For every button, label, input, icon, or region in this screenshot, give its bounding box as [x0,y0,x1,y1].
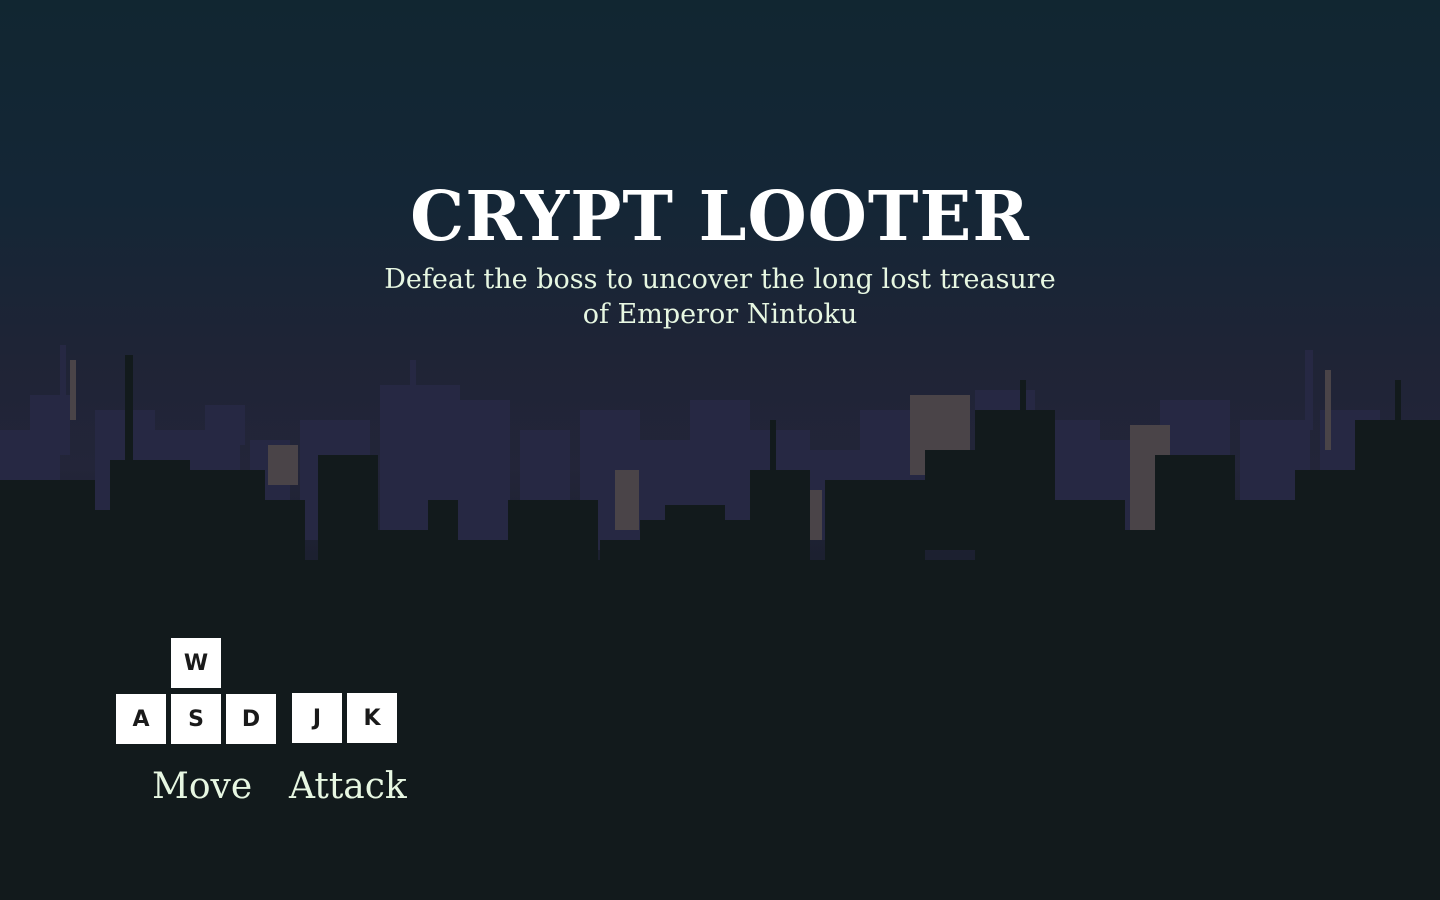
move-label: Move [152,766,253,807]
key-s: S [171,694,221,744]
key-d: D [226,694,276,744]
key-a: A [116,694,166,744]
key-w: W [171,638,221,688]
game-background [0,0,1440,900]
game-title: CRYPT LOOTER [410,177,1030,257]
key-j: J [292,693,342,743]
key-k: K [347,693,397,743]
city-skyline-silhouette [0,345,1440,900]
game-subtitle: Defeat the boss to uncover the long lost… [384,264,1056,330]
attack-label: Attack [289,766,407,807]
